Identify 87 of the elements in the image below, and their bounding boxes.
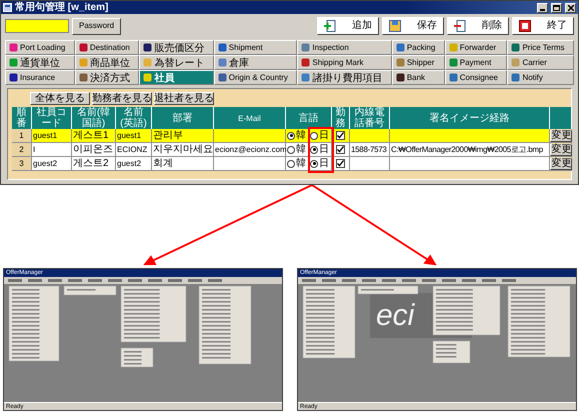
tab[interactable]: 諸掛り費用項目 xyxy=(297,70,392,85)
maximize-button[interactable] xyxy=(551,2,562,12)
language-radio[interactable]: 韓 xyxy=(287,130,306,141)
language-radio[interactable]: 日 xyxy=(310,130,329,141)
table-cell: 게스트1 xyxy=(72,129,116,143)
window-title: 常用句管理 [w_item] xyxy=(15,2,110,14)
remove-document-icon xyxy=(454,20,466,32)
tab[interactable]: Insurance xyxy=(5,70,75,85)
tab[interactable]: Notify xyxy=(507,70,574,85)
tab[interactable]: Destination xyxy=(74,40,140,55)
tab[interactable]: Shipment xyxy=(214,40,298,55)
table-cell: guest2 xyxy=(32,157,72,171)
edit-button[interactable]: 変更 xyxy=(550,158,572,170)
work-checkbox[interactable] xyxy=(336,159,345,168)
table-cell: guest2 xyxy=(116,157,152,171)
edit-button[interactable]: 変更 xyxy=(550,130,572,142)
filter-button[interactable]: 全体を見る xyxy=(30,92,90,105)
tab[interactable]: Packing xyxy=(392,40,445,55)
column-header: E-Mail xyxy=(214,107,286,129)
add-document-icon xyxy=(324,20,336,32)
toolbar-button[interactable]: 追加 xyxy=(317,17,379,35)
language-radio[interactable]: 日 xyxy=(310,158,329,169)
row-number: 2 xyxy=(12,143,32,157)
work-checkbox[interactable] xyxy=(336,145,345,154)
tab[interactable]: Port Loading xyxy=(5,40,75,55)
column-header: 名前(韓国語) xyxy=(72,107,116,129)
save-icon xyxy=(389,20,401,32)
filter-button[interactable]: 退社者を見る xyxy=(154,92,214,105)
table-cell: 1588-7573 xyxy=(350,143,390,157)
table-cell: ECIONZ xyxy=(116,143,152,157)
close-icon xyxy=(568,4,574,10)
tab[interactable]: Payment xyxy=(444,55,508,70)
tab[interactable]: 決済方式 xyxy=(74,70,140,85)
input-field[interactable] xyxy=(5,19,69,33)
edit-button[interactable]: 変更 xyxy=(550,144,572,156)
column-header: 言語 xyxy=(286,107,332,129)
table-cell: ecionz@ecionz.com xyxy=(214,143,286,157)
column-header: 内線電話番号 xyxy=(350,107,390,129)
tab[interactable]: 販売価区分 xyxy=(139,40,214,55)
tab[interactable]: Carrier xyxy=(507,55,574,70)
row-number: 3 xyxy=(12,157,32,171)
language-radio[interactable]: 日 xyxy=(310,144,329,155)
toolbar-button[interactable]: 削除 xyxy=(447,17,509,35)
work-checkbox[interactable] xyxy=(336,131,345,140)
tab[interactable]: Origin & Country xyxy=(214,70,298,85)
app-icon xyxy=(3,3,12,12)
highlight-frame xyxy=(308,127,334,173)
tab[interactable]: 為替レート xyxy=(139,55,214,70)
tab[interactable]: 商品単位 xyxy=(74,55,140,70)
close-button[interactable] xyxy=(565,2,576,12)
language-radio[interactable]: 韓 xyxy=(287,158,306,169)
tab[interactable]: Inspection xyxy=(297,40,392,55)
table-cell: 관리부 xyxy=(152,129,214,143)
tab[interactable]: Shipper xyxy=(392,55,445,70)
row-number: 1 xyxy=(12,129,32,143)
tab[interactable]: Bank xyxy=(392,70,445,85)
language-radio[interactable]: 韓 xyxy=(287,144,306,155)
table-cell: C:₩OfferManager2000₩img₩2005로고.bmp xyxy=(390,143,550,157)
column-header: 名前(英語) xyxy=(116,107,152,129)
column-header xyxy=(550,107,572,129)
password-button[interactable]: Password xyxy=(72,18,122,34)
tab[interactable]: Consignee xyxy=(444,70,508,85)
tab[interactable]: Price Terms xyxy=(507,40,574,55)
table-cell: 지우지마세요 xyxy=(152,143,214,157)
column-header: 勤務 xyxy=(332,107,350,129)
workspace-drawing: eci xyxy=(298,277,576,402)
toolbar-button[interactable]: 終了 xyxy=(512,17,574,35)
tab[interactable]: Forwarder xyxy=(444,40,508,55)
table-cell: 이피온즈 xyxy=(72,143,116,157)
exit-icon xyxy=(519,20,531,32)
column-header: 部署 xyxy=(152,107,214,129)
table-cell: I xyxy=(32,143,72,157)
toolbar-button[interactable]: 保存 xyxy=(382,17,444,35)
minimize-button[interactable] xyxy=(537,2,548,12)
filter-button[interactable]: 勤務者を見る xyxy=(92,92,152,105)
column-header: 社員コード xyxy=(32,107,72,129)
tab[interactable]: 社員 xyxy=(139,70,214,85)
tab[interactable]: 倉庫 xyxy=(214,55,298,70)
table-cell: guest1 xyxy=(116,129,152,143)
table-cell: guest1 xyxy=(32,129,72,143)
tab[interactable]: 通貨単位 xyxy=(5,55,75,70)
table-cell: 게스트2 xyxy=(72,157,116,171)
tab[interactable]: Shipping Mark xyxy=(297,55,392,70)
table-cell: 회계 xyxy=(152,157,214,171)
maximize-icon xyxy=(553,4,560,10)
column-header: 署名イメージ経路 xyxy=(390,107,550,129)
column-header: 順番 xyxy=(12,107,32,129)
